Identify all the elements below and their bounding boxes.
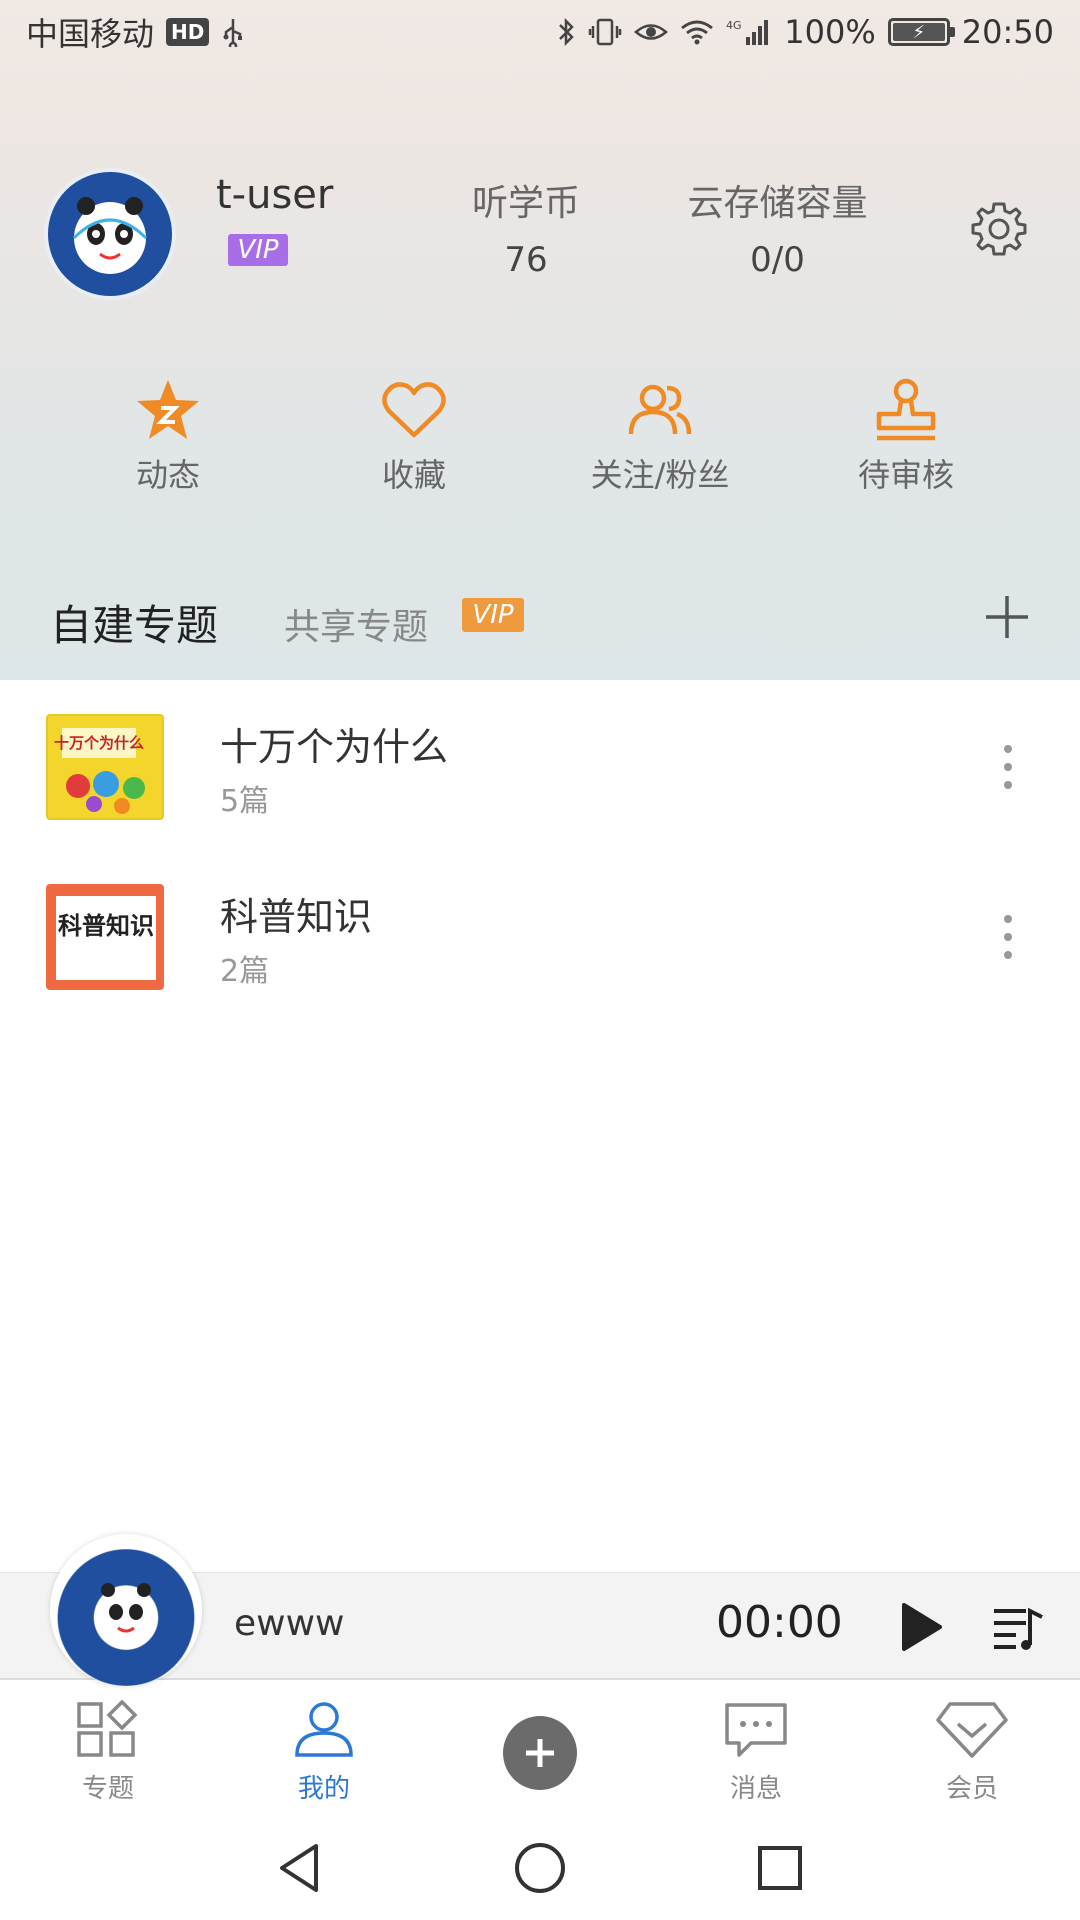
track-time: 00:00 <box>716 1597 843 1648</box>
topic-tabs: 自建专题 共享专题 VIP <box>0 588 1080 650</box>
nav-topics-label: 专题 <box>81 1774 134 1804</box>
tab-shared-topics[interactable]: 共享专题 <box>284 598 428 650</box>
username: t-user <box>216 172 334 218</box>
topic-count: 5篇 <box>220 784 270 819</box>
coins-stat[interactable]: 听学币 76 <box>466 174 586 280</box>
recents-icon[interactable] <box>750 1838 810 1898</box>
action-follow-label: 关注/粉丝 <box>590 456 730 494</box>
system-nav-bar <box>0 1812 1080 1920</box>
home-icon[interactable] <box>510 1838 570 1898</box>
nav-messages[interactable]: 消息 <box>696 1696 816 1805</box>
vip-badge: VIP <box>228 234 288 266</box>
status-left: 中国移动 HD <box>26 9 245 55</box>
wifi-icon <box>680 18 714 46</box>
stamp-icon <box>796 378 1016 442</box>
battery-icon: ⚡ <box>887 18 955 46</box>
storage-label: 云存储容量 <box>687 183 868 224</box>
track-name: ewww <box>234 1603 345 1644</box>
topic-cover: 科普知识 <box>46 884 164 990</box>
nav-topics[interactable]: 专题 <box>48 1696 168 1805</box>
heart-icon <box>304 378 524 442</box>
battery-percent: 100% <box>784 13 876 51</box>
status-right: 4G 100% ⚡ 20:50 <box>556 13 1054 51</box>
action-favorites-label: 收藏 <box>381 456 446 494</box>
status-bar: 中国移动 HD 4G 100% ⚡ 20:50 <box>0 0 1080 64</box>
clock: 20:50 <box>961 13 1054 51</box>
play-icon[interactable] <box>896 1599 946 1655</box>
profile-row: t-user VIP 听学币 76 云存储容量 0/0 <box>0 160 1080 300</box>
topic-title: 十万个为什么 <box>220 725 449 769</box>
topic-title: 科普知识 <box>220 895 373 939</box>
svg-text:十万个为什么: 十万个为什么 <box>54 734 144 752</box>
topic-count: 2篇 <box>220 954 270 989</box>
nav-mine[interactable]: 我的 <box>264 1696 384 1805</box>
action-follow[interactable]: 关注/粉丝 <box>550 378 770 496</box>
nav-membership[interactable]: 会员 <box>912 1696 1032 1805</box>
vibrate-icon <box>588 17 622 47</box>
svg-text:科普知识: 科普知识 <box>58 911 154 940</box>
list-item[interactable]: 十万个为什么 十万个为什么 5篇 <box>0 680 1080 850</box>
quick-actions: 动态 收藏 关注/粉丝 待审核 <box>0 378 1080 498</box>
chat-icon <box>696 1696 816 1762</box>
playlist-icon[interactable] <box>990 1603 1046 1653</box>
header-background <box>0 0 1080 680</box>
screen: 中国移动 HD 4G 100% ⚡ 20:50 t-user VIP 听学币 7… <box>0 0 1080 1920</box>
storage-stat[interactable]: 云存储容量 0/0 <box>670 174 885 280</box>
nav-mine-label: 我的 <box>297 1774 350 1804</box>
tab-own-topics[interactable]: 自建专题 <box>50 592 218 653</box>
grid-icon <box>48 1696 168 1762</box>
usb-icon <box>221 17 245 47</box>
player-cover-avatar[interactable] <box>50 1534 202 1686</box>
add-icon[interactable] <box>503 1716 577 1790</box>
list-item[interactable]: 科普知识 科普知识 2篇 <box>0 850 1080 1020</box>
user-avatar[interactable] <box>44 168 176 300</box>
settings-gear-icon[interactable] <box>968 198 1030 260</box>
hd-badge: HD <box>166 18 210 46</box>
storage-value: 0/0 <box>750 240 805 280</box>
star-icon <box>58 378 278 442</box>
coins-value: 76 <box>504 240 548 280</box>
topic-list: 十万个为什么 十万个为什么 5篇 科普知识 科普知识 2篇 <box>0 680 1080 1020</box>
topic-cover: 十万个为什么 <box>46 714 164 820</box>
action-feed-label: 动态 <box>135 456 200 494</box>
action-pending[interactable]: 待审核 <box>796 378 1016 496</box>
bluetooth-icon <box>556 17 576 47</box>
more-vertical-icon[interactable] <box>996 742 1020 792</box>
action-pending-label: 待审核 <box>857 456 954 494</box>
coins-label: 听学币 <box>471 183 580 224</box>
eye-icon <box>634 19 669 45</box>
more-vertical-icon[interactable] <box>996 912 1020 962</box>
bottom-nav: 专题 我的 消息 会员 <box>0 1682 1080 1812</box>
cellular-icon: 4G <box>726 17 772 47</box>
user-icon <box>264 1696 384 1762</box>
diamond-icon <box>912 1696 1032 1762</box>
people-icon <box>550 378 770 442</box>
action-favorites[interactable]: 收藏 <box>304 378 524 496</box>
back-icon[interactable] <box>270 1838 330 1898</box>
nav-messages-label: 消息 <box>729 1774 782 1804</box>
nav-membership-label: 会员 <box>945 1774 998 1804</box>
add-topic-button[interactable] <box>982 592 1032 642</box>
action-feed[interactable]: 动态 <box>58 378 278 496</box>
carrier-label: 中国移动 <box>26 15 155 53</box>
svg-text:4G: 4G <box>726 19 742 32</box>
shared-vip-badge: VIP <box>462 598 524 632</box>
